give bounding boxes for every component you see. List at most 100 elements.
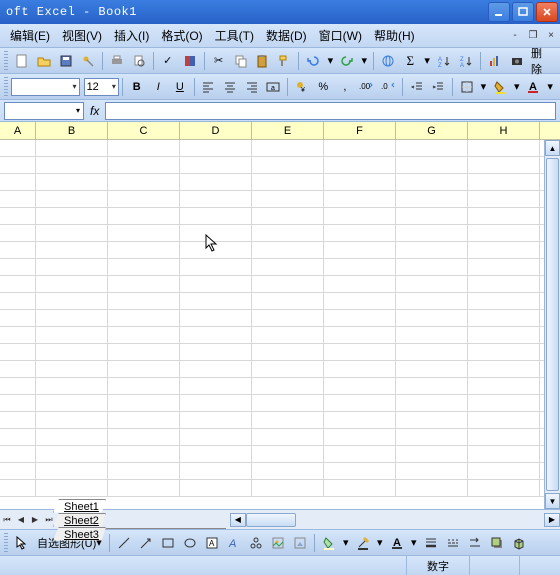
cell[interactable] bbox=[324, 412, 396, 428]
paste-button[interactable] bbox=[253, 51, 273, 71]
diagram-button[interactable] bbox=[246, 533, 266, 553]
cell[interactable] bbox=[180, 395, 252, 411]
menu-item[interactable]: 窗口(W) bbox=[313, 27, 368, 45]
cell[interactable] bbox=[0, 191, 36, 207]
cell[interactable] bbox=[108, 361, 180, 377]
cell[interactable] bbox=[396, 344, 468, 360]
cell[interactable] bbox=[36, 242, 108, 258]
cell[interactable] bbox=[0, 259, 36, 275]
cell[interactable] bbox=[180, 276, 252, 292]
cell[interactable] bbox=[252, 395, 324, 411]
cell[interactable] bbox=[252, 361, 324, 377]
cell[interactable] bbox=[324, 293, 396, 309]
permission-button[interactable] bbox=[78, 51, 98, 71]
fx-button[interactable]: fx bbox=[84, 104, 105, 118]
print-preview-button[interactable] bbox=[129, 51, 149, 71]
cell[interactable] bbox=[396, 293, 468, 309]
next-sheet-button[interactable]: ▶ bbox=[28, 512, 42, 528]
cell[interactable] bbox=[396, 327, 468, 343]
cell[interactable] bbox=[324, 242, 396, 258]
line-style-button[interactable] bbox=[421, 533, 441, 553]
cell[interactable] bbox=[36, 225, 108, 241]
delete-button[interactable]: 删除 bbox=[529, 51, 555, 71]
cell[interactable] bbox=[36, 327, 108, 343]
cell[interactable] bbox=[324, 140, 396, 156]
toolbar-grip[interactable] bbox=[4, 533, 8, 553]
cell[interactable] bbox=[108, 412, 180, 428]
cell[interactable] bbox=[396, 310, 468, 326]
cell[interactable] bbox=[324, 429, 396, 445]
increase-indent-button[interactable] bbox=[428, 77, 448, 97]
menu-item[interactable]: 编辑(E) bbox=[4, 27, 56, 45]
research-button[interactable] bbox=[180, 51, 200, 71]
sheet-tab[interactable]: Sheet1 bbox=[53, 499, 106, 513]
copy-button[interactable] bbox=[231, 51, 251, 71]
cell[interactable] bbox=[0, 310, 36, 326]
cell[interactable] bbox=[468, 429, 540, 445]
cell[interactable] bbox=[396, 446, 468, 462]
cell[interactable] bbox=[396, 191, 468, 207]
cell[interactable] bbox=[324, 208, 396, 224]
cell[interactable] bbox=[396, 361, 468, 377]
cell[interactable] bbox=[324, 327, 396, 343]
cell[interactable] bbox=[108, 225, 180, 241]
menu-item[interactable]: 帮助(H) bbox=[368, 27, 421, 45]
cell[interactable] bbox=[324, 157, 396, 173]
cell[interactable] bbox=[396, 480, 468, 496]
autosum-dropdown[interactable]: ▾ bbox=[422, 51, 432, 71]
chart-wizard-button[interactable] bbox=[485, 51, 505, 71]
cell[interactable] bbox=[108, 191, 180, 207]
cell[interactable] bbox=[252, 259, 324, 275]
format-painter-button[interactable] bbox=[274, 51, 294, 71]
select-objects-button[interactable] bbox=[12, 533, 32, 553]
cell[interactable] bbox=[468, 361, 540, 377]
column-header[interactable]: D bbox=[180, 122, 252, 139]
cell[interactable] bbox=[108, 344, 180, 360]
cell[interactable] bbox=[252, 276, 324, 292]
cell[interactable] bbox=[0, 276, 36, 292]
undo-dropdown[interactable]: ▾ bbox=[325, 51, 335, 71]
hyperlink-button[interactable] bbox=[378, 51, 398, 71]
clipart-button[interactable] bbox=[268, 533, 288, 553]
cell[interactable] bbox=[396, 157, 468, 173]
cell[interactable] bbox=[36, 463, 108, 479]
cell[interactable] bbox=[396, 208, 468, 224]
column-header[interactable]: E bbox=[252, 122, 324, 139]
fill-color-button[interactable] bbox=[490, 77, 510, 97]
cell[interactable] bbox=[180, 242, 252, 258]
new-button[interactable] bbox=[12, 51, 32, 71]
fill-color-draw-dropdown[interactable]: ▾ bbox=[341, 533, 351, 553]
cell[interactable] bbox=[252, 463, 324, 479]
autosum-button[interactable]: Σ bbox=[400, 51, 420, 71]
cell[interactable] bbox=[180, 378, 252, 394]
menu-item[interactable]: 工具(T) bbox=[209, 27, 260, 45]
menu-item[interactable]: 视图(V) bbox=[56, 27, 108, 45]
cell[interactable] bbox=[180, 412, 252, 428]
cell[interactable] bbox=[180, 191, 252, 207]
cell[interactable] bbox=[468, 140, 540, 156]
redo-dropdown[interactable]: ▾ bbox=[359, 51, 369, 71]
cell[interactable] bbox=[252, 208, 324, 224]
cell[interactable] bbox=[180, 344, 252, 360]
sheet-tab[interactable]: Sheet2 bbox=[53, 513, 106, 527]
cell[interactable] bbox=[396, 395, 468, 411]
cell[interactable] bbox=[468, 191, 540, 207]
increase-decimal-button[interactable]: .00 bbox=[357, 77, 377, 97]
cell[interactable] bbox=[468, 327, 540, 343]
column-header[interactable]: A bbox=[0, 122, 36, 139]
first-sheet-button[interactable]: ⏮ bbox=[0, 512, 14, 528]
cell[interactable] bbox=[108, 429, 180, 445]
italic-button[interactable]: I bbox=[148, 77, 168, 97]
formula-input[interactable] bbox=[105, 102, 556, 120]
sheet-tab[interactable]: Sheet3 bbox=[53, 527, 106, 541]
font-size-combo[interactable]: 12▾ bbox=[84, 78, 119, 96]
cell[interactable] bbox=[180, 429, 252, 445]
cell[interactable] bbox=[468, 225, 540, 241]
sort-asc-button[interactable]: AZ bbox=[434, 51, 454, 71]
cell[interactable] bbox=[0, 480, 36, 496]
fill-color-draw-button[interactable] bbox=[319, 533, 339, 553]
cell[interactable] bbox=[180, 174, 252, 190]
cell[interactable] bbox=[36, 412, 108, 428]
cell[interactable] bbox=[0, 361, 36, 377]
cell[interactable] bbox=[252, 412, 324, 428]
